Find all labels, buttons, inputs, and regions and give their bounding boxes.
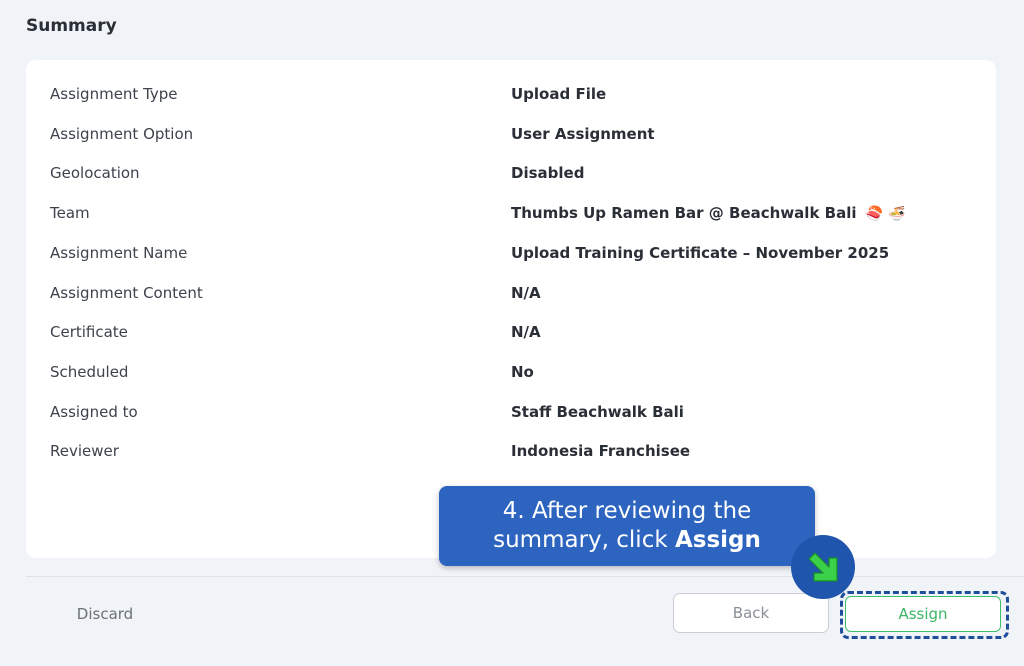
- discard-button[interactable]: Discard: [62, 598, 148, 630]
- summary-row-reviewer: Reviewer Indonesia Franchisee: [26, 442, 996, 466]
- callout-line-2: summary, click Assign: [439, 526, 815, 555]
- summary-label: Team: [50, 204, 90, 222]
- summary-value: Indonesia Franchisee: [511, 442, 691, 460]
- summary-value: Staff Beachwalk Bali: [511, 403, 684, 421]
- arrow-down-right-icon: [808, 552, 838, 582]
- summary-row-team: Team Thumbs Up Ramen Bar @ Beachwalk Bal…: [26, 204, 996, 228]
- summary-value: Disabled: [511, 164, 585, 182]
- page-title: Summary: [26, 16, 117, 36]
- team-name: Thumbs Up Ramen Bar @ Beachwalk Bali: [511, 204, 857, 222]
- summary-label: Certificate: [50, 323, 128, 341]
- summary-value: No: [511, 363, 534, 381]
- summary-value: N/A: [511, 323, 541, 341]
- pointer-badge: [791, 535, 855, 599]
- summary-card: Assignment Type Upload File Assignment O…: [26, 60, 996, 558]
- back-button[interactable]: Back: [673, 593, 829, 633]
- summary-label: Assignment Option: [50, 125, 194, 143]
- summary-row-certificate: Certificate N/A: [26, 323, 996, 347]
- footer-divider: [26, 576, 1024, 577]
- team-emoji: 🍣 🍜: [865, 206, 906, 222]
- tutorial-callout: 4. After reviewing the summary, click As…: [439, 486, 815, 566]
- summary-row-assigned-to: Assigned to Staff Beachwalk Bali: [26, 403, 996, 427]
- callout-line-1: 4. After reviewing the: [502, 498, 752, 524]
- summary-row-assignment-type: Assignment Type Upload File: [26, 85, 996, 109]
- summary-label: Assignment Name: [50, 244, 188, 262]
- summary-label: Reviewer: [50, 442, 119, 460]
- summary-value-team: Thumbs Up Ramen Bar @ Beachwalk Bali 🍣 🍜: [511, 204, 905, 222]
- summary-label: Assignment Type: [50, 85, 178, 103]
- summary-row-scheduled: Scheduled No: [26, 363, 996, 387]
- summary-value: Upload File: [511, 85, 607, 103]
- summary-label: Scheduled: [50, 363, 129, 381]
- summary-row-assignment-name: Assignment Name Upload Training Certific…: [26, 244, 996, 268]
- summary-value: N/A: [511, 284, 541, 302]
- summary-row-assignment-content: Assignment Content N/A: [26, 284, 996, 308]
- summary-row-geolocation: Geolocation Disabled: [26, 164, 996, 188]
- summary-label: Geolocation: [50, 164, 140, 182]
- summary-row-assignment-option: Assignment Option User Assignment: [26, 125, 996, 149]
- callout-emphasis: Assign: [674, 527, 761, 553]
- summary-value: User Assignment: [511, 125, 655, 143]
- callout-text: summary, click: [493, 527, 675, 553]
- summary-value: Upload Training Certificate – November 2…: [511, 244, 890, 262]
- summary-label: Assignment Content: [50, 284, 203, 302]
- summary-label: Assigned to: [50, 403, 138, 421]
- assign-button[interactable]: Assign: [845, 596, 1001, 632]
